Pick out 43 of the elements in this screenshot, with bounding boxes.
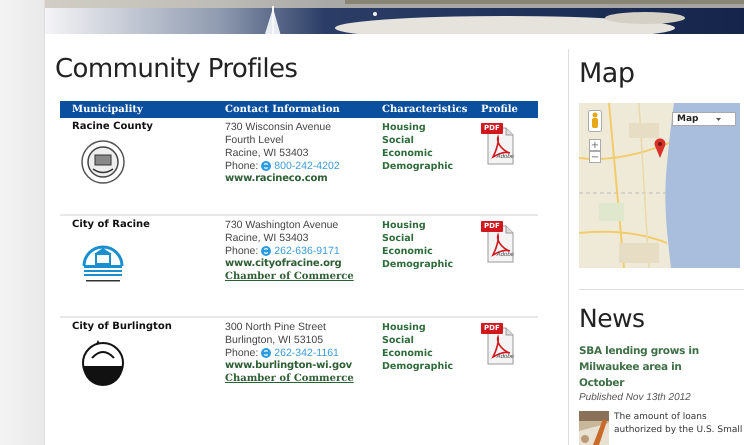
address-line: Burlington, WI 53105 [225, 334, 324, 347]
publish-date: Published Nov 13th 2012 [579, 392, 692, 403]
phone-label: Phone: [225, 347, 258, 359]
characteristic-link[interactable]: Housing [382, 121, 481, 134]
municipality-name: City of Racine [72, 219, 151, 230]
zoom-in-button[interactable]: + [589, 139, 601, 151]
map-type-dropdown[interactable]: Map [672, 112, 736, 126]
section-title: News [579, 304, 646, 333]
characteristic-link[interactable]: Economic [382, 147, 481, 160]
address-line: 730 Wisconsin Avenue [225, 121, 332, 134]
chamber-link[interactable]: Chamber of Commerce [225, 270, 382, 283]
characteristic-link[interactable]: Housing [382, 219, 481, 232]
website-link[interactable]: www.cityofracine.org [225, 257, 382, 270]
address-line: Racine, WI 53403 [225, 147, 310, 160]
characteristic-link[interactable]: Demographic [382, 360, 481, 373]
characteristic-link[interactable]: Housing [382, 321, 481, 334]
column-heading: Municipality [72, 104, 144, 115]
address-line: Fourth Level [225, 134, 284, 147]
characteristic-link[interactable]: Demographic [382, 258, 481, 271]
characteristic-link[interactable]: Social [382, 232, 481, 245]
news-summary: The amount of loans authorized by the U.S. Small [614, 411, 744, 437]
news-headline[interactable]: SBA lending grows in Milwaukee area in October [579, 343, 729, 391]
column-heading: Profile [481, 104, 519, 115]
characteristic-link[interactable]: Social [382, 334, 481, 347]
characteristic-link[interactable]: Economic [382, 347, 481, 360]
phone-label: Phone: [225, 160, 258, 172]
page-title: Community Profiles [55, 54, 298, 84]
website-link[interactable]: www.burlington-wi.gov [225, 359, 382, 372]
address-line: 730 Washington Avenue [225, 219, 340, 232]
zoom-out-button[interactable]: − [589, 151, 601, 163]
address-line: Racine, WI 53403 [225, 232, 310, 245]
website-link[interactable]: www.racineco.com [225, 172, 382, 185]
characteristic-link[interactable]: Social [382, 134, 481, 147]
column-heading: Contact Information [225, 104, 341, 115]
characteristic-link[interactable]: Economic [382, 245, 481, 258]
section-title: Map [579, 58, 636, 89]
municipality-name: City of Burlington [72, 321, 173, 332]
characteristic-link[interactable]: Demographic [382, 160, 481, 173]
address-line: 300 North Pine Street [225, 321, 327, 334]
chamber-link[interactable]: Chamber of Commerce [225, 372, 382, 385]
column-heading: Characteristics [382, 104, 468, 115]
phone-label: Phone: [225, 245, 258, 257]
municipality-name: Racine County [72, 121, 154, 132]
